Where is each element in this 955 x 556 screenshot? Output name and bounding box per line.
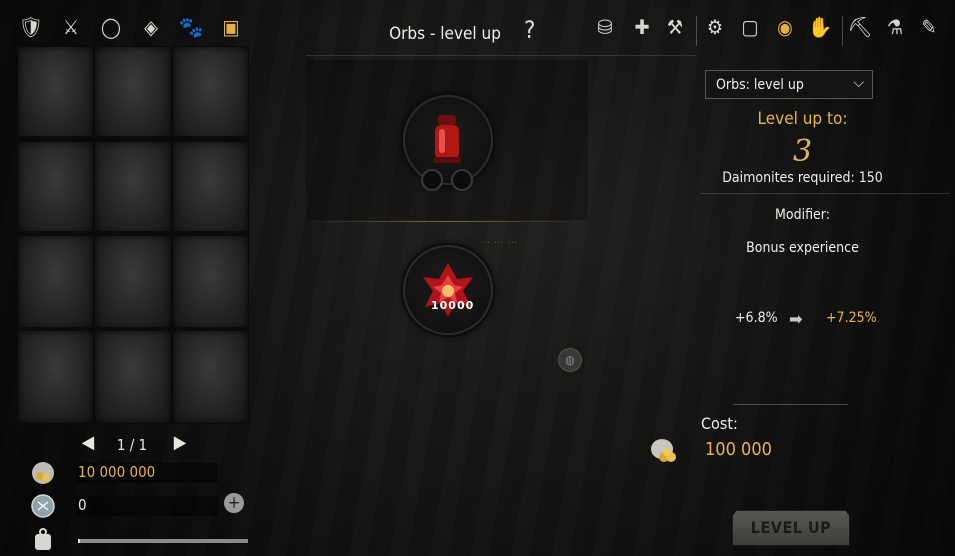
sword-icon[interactable]: ⚔ bbox=[54, 10, 88, 44]
gold-row: 10 000 000 bbox=[30, 460, 260, 488]
level-up-button[interactable]: LEVEL UP bbox=[732, 510, 850, 546]
amulet-icon[interactable]: ◈ bbox=[134, 10, 168, 44]
socket-slot bbox=[451, 169, 473, 191]
gold-bag-icon bbox=[32, 462, 54, 484]
cost-label: Cost: bbox=[701, 414, 738, 433]
orb-divider bbox=[306, 221, 588, 222]
silver-row: 0 + bbox=[30, 493, 260, 521]
arrow-right-icon: ➡ bbox=[789, 309, 803, 330]
mode-dropdown[interactable]: Orbs: level up ⌵ bbox=[705, 70, 873, 99]
chest-icon[interactable]: ▣ bbox=[214, 10, 248, 44]
target-level: 3 bbox=[792, 134, 813, 169]
help-button[interactable]: ? bbox=[524, 16, 535, 44]
crystal-coin-icon bbox=[31, 494, 55, 518]
orb-ring-icon[interactable]: ◉ bbox=[768, 10, 802, 44]
inventory-slot[interactable] bbox=[17, 235, 95, 330]
title-divider bbox=[306, 55, 696, 56]
modifier-name: Bonus experience bbox=[746, 240, 859, 256]
faded-label: ... ... ... bbox=[480, 232, 518, 246]
weight-icon bbox=[35, 528, 51, 550]
add-currency-button[interactable]: + bbox=[224, 493, 244, 513]
next-page-button[interactable]: ▶ bbox=[170, 432, 190, 453]
hand-icon[interactable]: ✋ bbox=[803, 10, 837, 44]
daimonite-count: 10000 bbox=[431, 299, 475, 312]
gold-bag-icon bbox=[651, 439, 676, 462]
craft-table-icon[interactable]: ⚙ bbox=[698, 10, 732, 44]
new-stat: +7.25% bbox=[826, 310, 877, 326]
armor-icon[interactable]: 🛡 bbox=[14, 10, 48, 44]
inventory-slot[interactable] bbox=[171, 46, 249, 141]
inventory-slot[interactable] bbox=[171, 329, 249, 424]
inventory-pager: ◀ 1 / 1 ▶ bbox=[78, 432, 188, 456]
red-vial-icon bbox=[433, 115, 461, 163]
coins-icon[interactable]: ⛁ bbox=[588, 10, 622, 44]
toolbar-divider bbox=[696, 16, 697, 46]
flask-icon[interactable]: ⚗ bbox=[878, 10, 912, 44]
inventory-slot[interactable] bbox=[171, 235, 249, 330]
weight-row bbox=[30, 526, 260, 554]
weight-bar bbox=[78, 539, 248, 543]
inventory-slot[interactable] bbox=[17, 329, 95, 424]
cost-divider bbox=[733, 404, 848, 405]
inventory-slot[interactable] bbox=[94, 329, 172, 424]
target-orb-slot[interactable] bbox=[403, 95, 493, 191]
bag-icon: ◍ bbox=[558, 348, 582, 372]
inventory-grid bbox=[17, 46, 249, 424]
inventory-slot[interactable] bbox=[17, 46, 95, 141]
chevron-down-icon: ⌵ bbox=[853, 75, 864, 91]
page-title: Orbs - level up bbox=[389, 24, 501, 44]
inventory-slot[interactable] bbox=[171, 140, 249, 235]
inventory-slot[interactable] bbox=[94, 235, 172, 330]
pen-icon[interactable]: ✎ bbox=[912, 10, 946, 44]
daimonite-orb-slot[interactable]: 10000 bbox=[403, 245, 493, 335]
ring-icon[interactable]: ◯ bbox=[94, 10, 128, 44]
page-indicator: 1 / 1 bbox=[116, 436, 148, 454]
daimonite-icon bbox=[423, 263, 473, 317]
socket-slot bbox=[421, 169, 443, 191]
anvil-icon[interactable]: ⚒ bbox=[658, 10, 692, 44]
pickaxe-icon[interactable]: ⛏ bbox=[843, 10, 877, 44]
level-up-to-label: Level up to: bbox=[757, 109, 848, 129]
current-stat: +6.8% bbox=[735, 310, 778, 326]
cost-value: 100 000 bbox=[705, 439, 772, 460]
grid-divider bbox=[17, 136, 249, 140]
grid-divider bbox=[17, 327, 249, 331]
modifier-label: Modifier: bbox=[775, 207, 830, 223]
daimonites-required: Daimonites required: 150 bbox=[722, 170, 883, 186]
inventory-slot[interactable] bbox=[94, 140, 172, 235]
dropdown-value: Orbs: level up bbox=[716, 77, 804, 93]
gold-amount: 10 000 000 bbox=[76, 463, 218, 483]
grid-divider bbox=[17, 231, 249, 235]
panel-divider bbox=[700, 193, 950, 194]
silver-amount: 0 bbox=[76, 496, 218, 516]
bag-plus-icon[interactable]: ✚ bbox=[625, 10, 659, 44]
frame-icon[interactable]: ▢ bbox=[733, 10, 767, 44]
paw-icon[interactable]: 🐾 bbox=[174, 10, 208, 44]
inventory-slot[interactable] bbox=[17, 140, 95, 235]
prev-page-button[interactable]: ◀ bbox=[78, 432, 98, 453]
inventory-slot[interactable] bbox=[94, 46, 172, 141]
